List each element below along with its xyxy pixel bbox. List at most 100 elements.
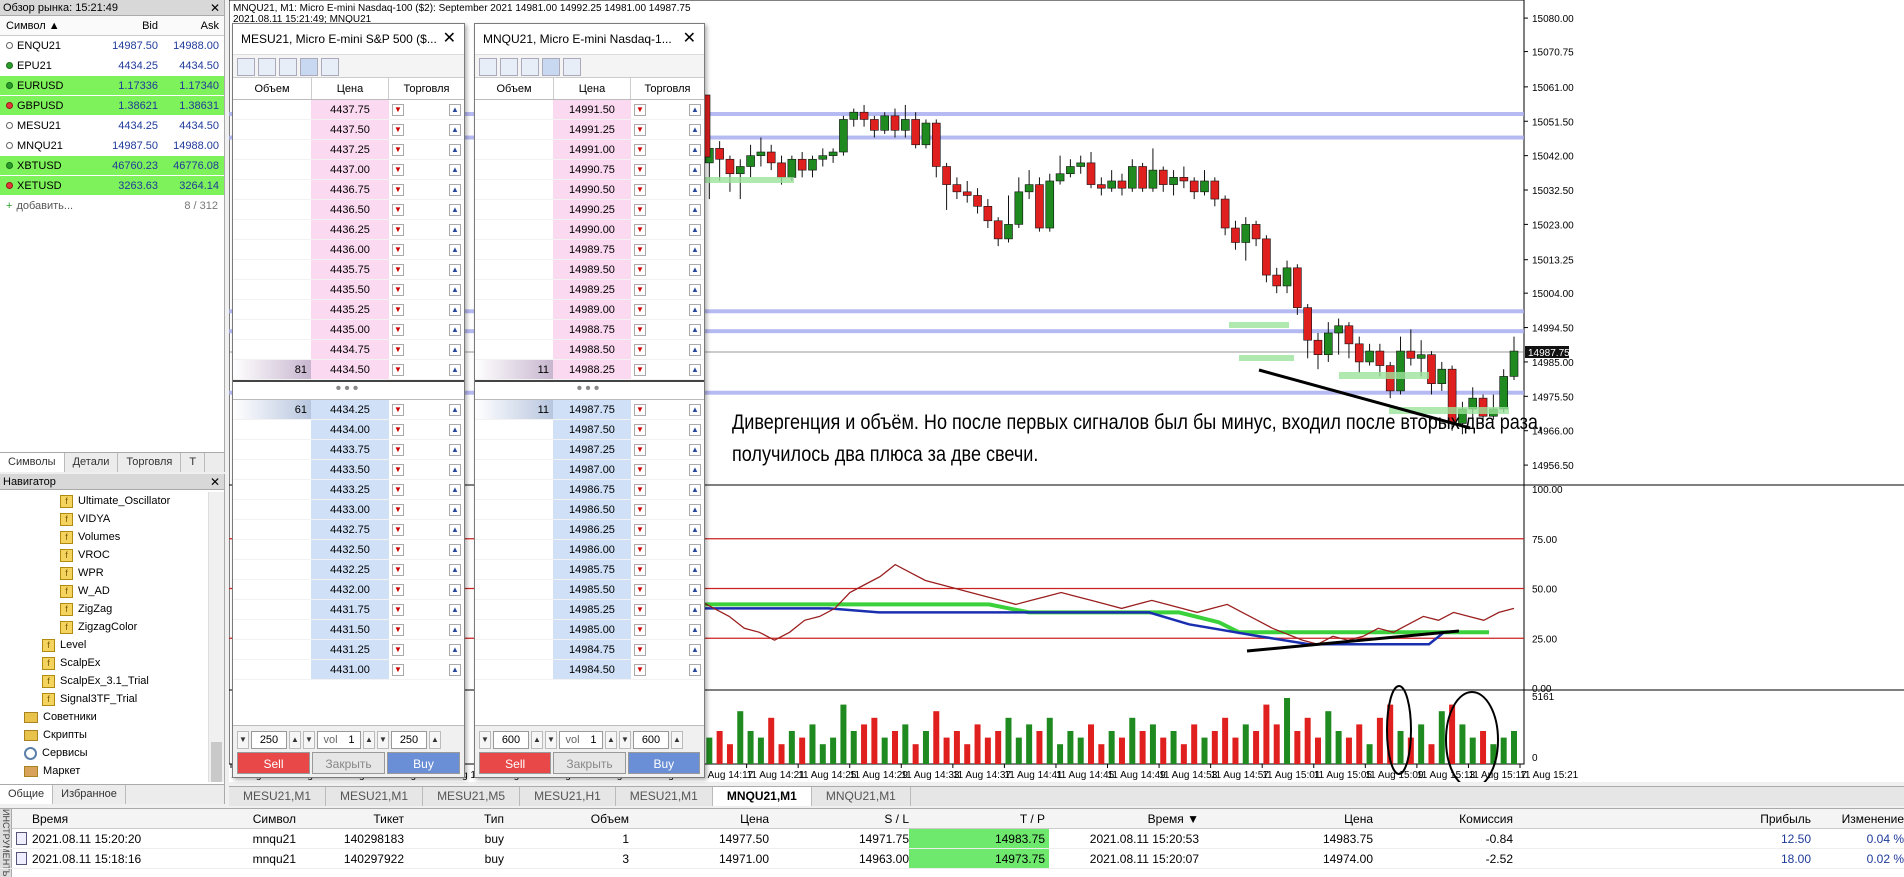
chevron-down-icon[interactable]: ▼ [479,731,491,749]
ask-level-row[interactable]: 14991.00 ▼ ▲ [475,140,704,160]
sell-limit-icon[interactable]: ▼ [634,103,646,116]
level-trade-cell[interactable]: ▼ ▲ [631,300,704,319]
level-trade-cell[interactable]: ▼ ▲ [631,540,704,559]
navigator-item[interactable]: f VROC [0,546,208,564]
level-trade-cell[interactable]: ▼ ▲ [389,160,464,179]
th-symbol[interactable]: Символ [186,809,296,828]
ask-level-row[interactable]: 14991.25 ▼ ▲ [475,120,704,140]
navigator-item[interactable]: f W_AD [0,582,208,600]
sell-limit-icon[interactable]: ▼ [634,583,646,596]
ask-level-row[interactable]: 4436.75 ▼ ▲ [233,180,464,200]
level-trade-cell[interactable]: ▼ ▲ [389,120,464,139]
buy-limit-icon[interactable]: ▲ [689,243,701,256]
level-trade-cell[interactable]: ▼ ▲ [389,620,464,639]
ask-level-row[interactable]: 4434.75 ▼ ▲ [233,340,464,360]
column-symbol[interactable]: Символ ▲ [0,16,95,35]
bid-level-row[interactable]: 14985.50 ▼ ▲ [475,580,704,600]
chart-icon[interactable] [237,58,255,76]
ask-level-row[interactable]: 4436.50 ▼ ▲ [233,200,464,220]
buy-limit-icon[interactable]: ▲ [449,443,461,456]
level-trade-cell[interactable]: ▼ ▲ [389,220,464,239]
buy-limit-icon[interactable]: ▲ [689,143,701,156]
sell-limit-icon[interactable]: ▼ [634,343,646,356]
sell-limit-icon[interactable]: ▼ [392,303,404,316]
sell-limit-icon[interactable]: ▼ [392,563,404,576]
level-trade-cell[interactable]: ▼ ▲ [631,480,704,499]
buy-limit-icon[interactable]: ▲ [689,123,701,136]
level-trade-cell[interactable]: ▼ ▲ [631,120,704,139]
sell-limit-icon[interactable]: ▼ [634,483,646,496]
level-trade-cell[interactable]: ▼ ▲ [389,320,464,339]
level-trade-cell[interactable]: ▼ ▲ [631,400,704,419]
buy-button[interactable]: Buy [627,752,700,774]
buy-limit-icon[interactable]: ▲ [449,163,461,176]
sell-limit-icon[interactable]: ▼ [634,263,646,276]
level-trade-cell[interactable]: ▼ ▲ [389,480,464,499]
settings-icon[interactable] [258,58,276,76]
navigator-item[interactable]: Сервисы [0,744,208,762]
level-trade-cell[interactable]: ▼ ▲ [389,240,464,259]
navigator-item[interactable]: f Level [0,636,208,654]
th-price[interactable]: Цена [629,809,769,828]
sell-limit-icon[interactable]: ▼ [634,463,646,476]
sell-limit-icon[interactable]: ▼ [392,543,404,556]
settings-icon[interactable] [500,58,518,76]
buy-limit-icon[interactable]: ▲ [689,183,701,196]
sell-limit-icon[interactable]: ▼ [634,363,646,376]
ask-level-row[interactable]: 14990.00 ▼ ▲ [475,220,704,240]
buy-limit-icon[interactable]: ▲ [449,203,461,216]
level-trade-cell[interactable]: ▼ ▲ [631,220,704,239]
chart-tab[interactable]: MESU21,M1 [229,787,327,806]
close-icon[interactable]: ✕ [210,474,220,490]
level-trade-cell[interactable]: ▼ ▲ [631,360,704,379]
ask-level-row[interactable]: 14990.75 ▼ ▲ [475,160,704,180]
column-icon[interactable] [300,58,318,76]
chevron-up-icon[interactable]: ▲ [605,731,617,749]
buy-limit-icon[interactable]: ▲ [689,403,701,416]
levels-icon[interactable] [563,58,581,76]
th-time2[interactable]: Время ▼ [1049,809,1199,828]
level-trade-cell[interactable]: ▼ ▲ [389,660,464,679]
level-trade-cell[interactable]: ▼ ▲ [631,640,704,659]
column-icon[interactable] [542,58,560,76]
sell-limit-icon[interactable]: ▼ [392,263,404,276]
sell-limit-icon[interactable]: ▼ [392,423,404,436]
ask-level-row[interactable]: 14991.50 ▼ ▲ [475,100,704,120]
tab-details[interactable]: Детали [65,453,119,472]
level-trade-cell[interactable]: ▼ ▲ [631,660,704,679]
level-trade-cell[interactable]: ▼ ▲ [389,440,464,459]
buy-limit-icon[interactable]: ▲ [449,103,461,116]
level-trade-cell[interactable]: ▼ ▲ [389,600,464,619]
buy-limit-icon[interactable]: ▲ [689,623,701,636]
level-trade-cell[interactable]: ▼ ▲ [389,460,464,479]
table-row[interactable]: 2021.08.11 15:20:20 mnqu21 140298183 buy 1 14… [0,829,1904,849]
sell-limit-icon[interactable]: ▼ [392,623,404,636]
ask-level-row[interactable]: 4435.50 ▼ ▲ [233,280,464,300]
ask-level-row[interactable]: 81 4434.50 ▼ ▲ [233,360,464,380]
level-trade-cell[interactable]: ▼ ▲ [631,320,704,339]
sell-limit-icon[interactable]: ▼ [634,523,646,536]
sell-limit-icon[interactable]: ▼ [392,203,404,216]
buy-limit-icon[interactable]: ▲ [689,323,701,336]
tab-favorites[interactable]: Избранное [53,785,126,804]
chart-tab[interactable]: MESU21,H1 [520,787,616,806]
sell-limit-icon[interactable]: ▼ [392,403,404,416]
sell-limit-icon[interactable]: ▼ [392,343,404,356]
navigator-item[interactable]: f ScalpEx_3.1_Trial [0,672,208,690]
navigator-item[interactable]: f VIDYA [0,510,208,528]
th-tp[interactable]: T / P [909,809,1049,828]
sell-limit-icon[interactable]: ▼ [392,663,404,676]
buy-limit-icon[interactable]: ▲ [449,483,461,496]
sell-limit-icon[interactable]: ▼ [392,123,404,136]
ask-level-row[interactable]: 11 14988.25 ▼ ▲ [475,360,704,380]
sell-limit-icon[interactable]: ▼ [392,523,404,536]
buy-limit-icon[interactable]: ▲ [689,663,701,676]
quantity-left[interactable]: 250 [251,731,287,749]
bid-level-row[interactable]: 14987.00 ▼ ▲ [475,460,704,480]
buy-limit-icon[interactable]: ▲ [449,143,461,156]
sell-limit-icon[interactable]: ▼ [634,663,646,676]
sell-limit-icon[interactable]: ▼ [634,643,646,656]
level-trade-cell[interactable]: ▼ ▲ [389,340,464,359]
bid-level-row[interactable]: 61 4434.25 ▼ ▲ [233,400,464,420]
sell-limit-icon[interactable]: ▼ [392,163,404,176]
